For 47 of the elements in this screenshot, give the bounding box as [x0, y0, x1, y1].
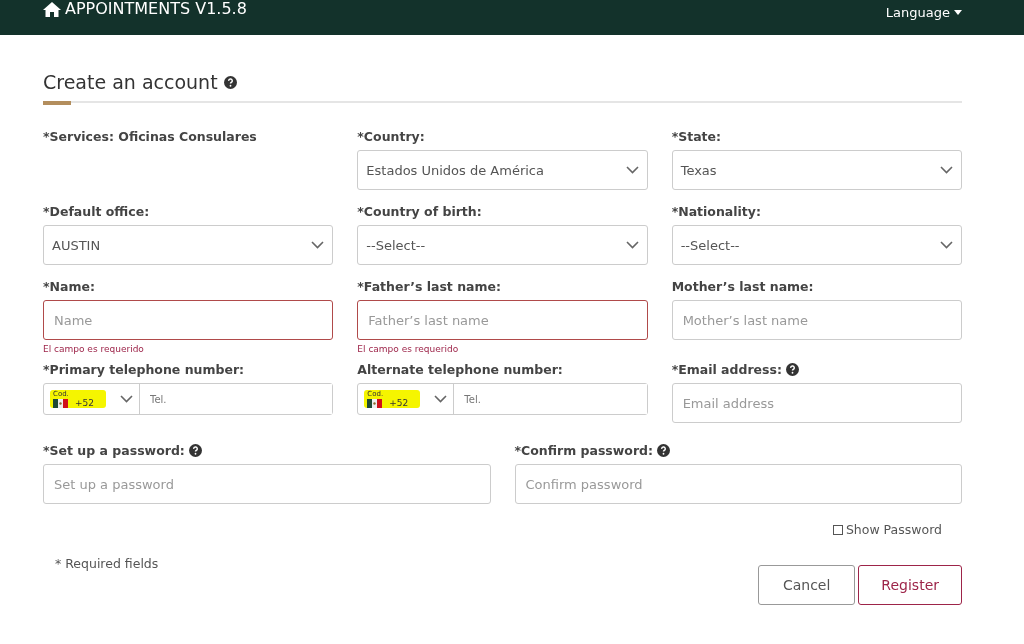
home-icon [43, 1, 61, 17]
field-label: *Country: [357, 129, 426, 143]
chevron-down-icon [625, 166, 639, 174]
flag-icon [53, 398, 69, 408]
title-accent [43, 101, 71, 105]
chevron-down-icon [120, 395, 133, 403]
chevron-down-icon [625, 241, 639, 249]
country-code: +52 [75, 398, 94, 408]
select-field[interactable]: Estados Unidos de América [357, 150, 648, 190]
country-code: +52 [389, 398, 409, 408]
register-button[interactable]: Register [858, 565, 962, 605]
cancel-button[interactable]: Cancel [757, 565, 856, 605]
select-field[interactable]: --Select-- [357, 225, 648, 265]
field-label: Mother’s last name: [671, 279, 815, 293]
error-message: El campo es requerido [43, 344, 145, 354]
title-text: Create an account [43, 71, 218, 93]
help-icon[interactable] [223, 75, 237, 89]
field-label: *Confirm password: [514, 443, 962, 457]
field-label: *State: [671, 129, 723, 143]
field-label: *Father’s last name: [357, 279, 502, 293]
help-icon[interactable] [785, 362, 799, 376]
services-label: *Services: Oficinas Consulares [43, 129, 258, 143]
chevron-down-icon [311, 241, 325, 249]
input-field[interactable]: Name [43, 300, 334, 340]
select-field[interactable]: Texas [671, 150, 962, 190]
help-icon[interactable] [188, 443, 202, 457]
chevron-down-icon [434, 395, 448, 403]
chevron-down-icon [940, 241, 953, 249]
required-note: * Required fields [55, 556, 159, 571]
help-icon[interactable] [657, 443, 670, 457]
field-label: *Country of birth: [357, 204, 483, 218]
select-field[interactable]: --Select-- [671, 225, 962, 265]
show-password-checkbox[interactable]: Show Password [832, 522, 942, 537]
flag-icon [367, 398, 384, 408]
select-field[interactable]: AUSTIN [43, 225, 334, 265]
field-label: *Set up a password: [43, 443, 491, 457]
field-label: *Email address: [671, 362, 962, 376]
language-menu[interactable]: Language [885, 5, 962, 20]
field-label: Alternate telephone number: [357, 362, 564, 376]
error-message: El campo es requerido [357, 344, 460, 354]
caret-icon [954, 10, 962, 15]
field-label: *Name: [43, 279, 96, 293]
field-label: *Primary telephone number: [43, 362, 246, 376]
input-field[interactable]: Father’s last name [357, 300, 648, 340]
field-label: *Nationality: [671, 204, 762, 218]
field-label: *Default office: [43, 204, 151, 218]
chevron-down-icon [940, 166, 953, 174]
